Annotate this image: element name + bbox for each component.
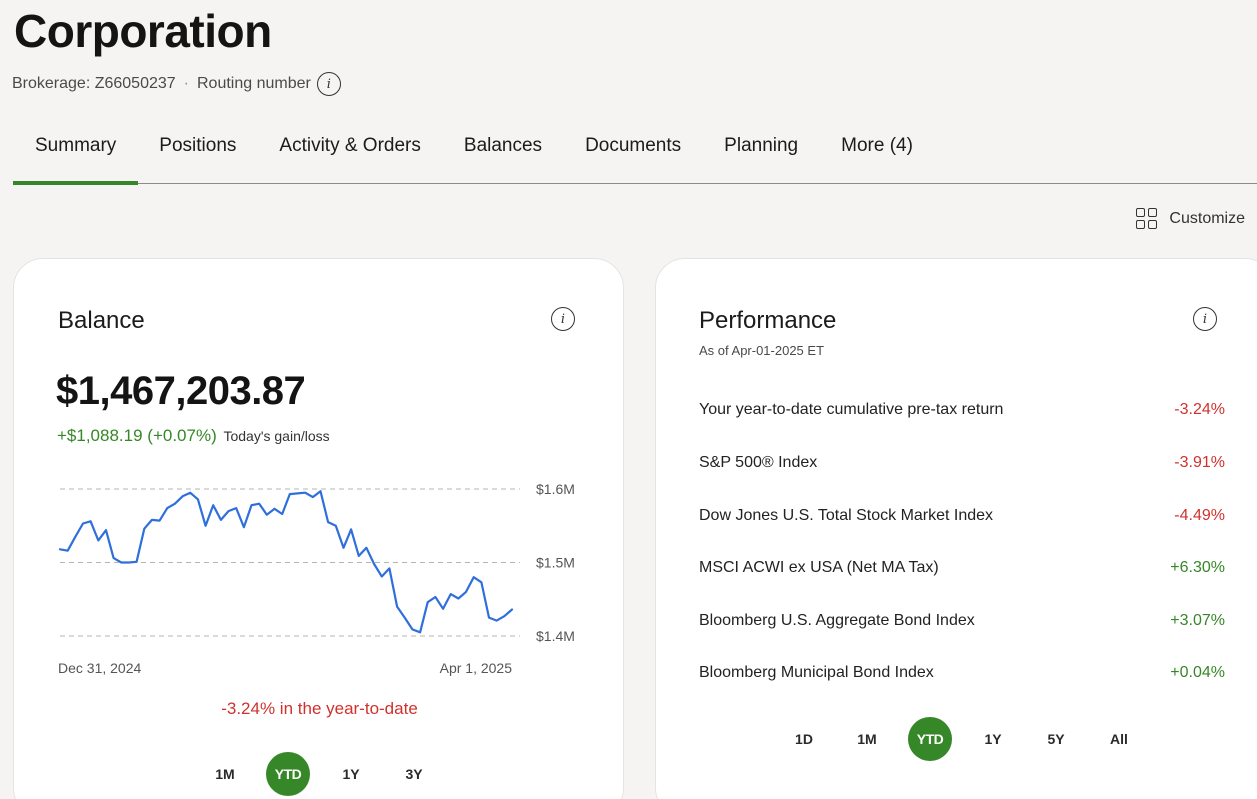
- y-tick-label: $1.5M: [536, 555, 575, 571]
- grid-icon: [1136, 208, 1158, 229]
- account-subline: Brokerage: Z66050237 · Routing number i: [12, 72, 341, 96]
- performance-period-selector: 1D 1M YTD 1Y 5Y All: [782, 717, 1141, 761]
- row-label: S&P 500® Index: [699, 454, 818, 471]
- performance-row: Your year-to-date cumulative pre-tax ret…: [699, 401, 1225, 419]
- account-title: Corporation: [14, 5, 272, 57]
- period-3y[interactable]: 3Y: [392, 752, 436, 796]
- customize-label: Customize: [1169, 209, 1245, 227]
- performance-row: Bloomberg U.S. Aggregate Bond Index +3.0…: [699, 612, 1225, 630]
- row-label: MSCI ACWI ex USA (Net MA Tax): [699, 559, 939, 576]
- row-value: +6.30%: [1170, 559, 1225, 576]
- period-1m[interactable]: 1M: [845, 717, 889, 761]
- tab-positions[interactable]: Positions: [159, 124, 236, 184]
- series-line: [58, 490, 514, 634]
- tab-activity-orders[interactable]: Activity & Orders: [279, 124, 420, 184]
- period-1y[interactable]: 1Y: [329, 752, 373, 796]
- tab-bar: Summary Positions Activity & Orders Bala…: [13, 124, 1257, 185]
- performance-row: S&P 500® Index -3.91%: [699, 454, 1225, 472]
- row-value: +0.04%: [1170, 664, 1225, 681]
- row-value: -3.24%: [1174, 401, 1225, 418]
- as-of-date: As of Apr-01-2025 ET: [699, 343, 825, 358]
- x-axis-end-label: Apr 1, 2025: [440, 660, 513, 676]
- period-5y[interactable]: 5Y: [1034, 717, 1078, 761]
- performance-card: Performance i As of Apr-01-2025 ET Your …: [655, 258, 1257, 799]
- row-value: -4.49%: [1174, 507, 1225, 524]
- period-1d[interactable]: 1D: [782, 717, 826, 761]
- tab-planning[interactable]: Planning: [724, 124, 798, 184]
- tab-more[interactable]: More (4): [841, 124, 913, 184]
- period-ytd[interactable]: YTD: [266, 752, 310, 796]
- row-value: +3.07%: [1170, 612, 1225, 629]
- performance-row: MSCI ACWI ex USA (Net MA Tax) +6.30%: [699, 559, 1225, 577]
- performance-title: Performance: [699, 307, 837, 334]
- performance-row: Dow Jones U.S. Total Stock Market Index …: [699, 507, 1225, 525]
- tab-balances[interactable]: Balances: [464, 124, 542, 184]
- balance-chart: $1.6M $1.5M $1.4M Dec 31, 2024 Apr 1, 20…: [58, 481, 575, 676]
- separator: ·: [183, 75, 189, 92]
- row-label: Dow Jones U.S. Total Stock Market Index: [699, 507, 994, 524]
- y-tick-label: $1.4M: [536, 628, 575, 644]
- customize-button[interactable]: Customize: [1136, 208, 1245, 229]
- row-label: Bloomberg Municipal Bond Index: [699, 664, 934, 681]
- ytd-return-text: -3.24% in the year-to-date: [221, 699, 418, 718]
- performance-row: Bloomberg Municipal Bond Index +0.04%: [699, 664, 1225, 682]
- tab-documents[interactable]: Documents: [585, 124, 681, 184]
- balance-period-selector: 1M YTD 1Y 3Y: [203, 752, 436, 796]
- performance-info-icon[interactable]: i: [1193, 307, 1217, 331]
- row-value: -3.91%: [1174, 454, 1225, 471]
- balance-card: Balance i $1,467,203.87 +$1,088.19 (+0.0…: [13, 258, 624, 799]
- row-label: Your year-to-date cumulative pre-tax ret…: [699, 401, 1004, 418]
- period-1m[interactable]: 1M: [203, 752, 247, 796]
- info-icon[interactable]: i: [316, 72, 341, 96]
- period-all[interactable]: All: [1097, 717, 1141, 761]
- brokerage-number: Brokerage: Z66050237: [12, 75, 176, 92]
- row-label: Bloomberg U.S. Aggregate Bond Index: [699, 612, 975, 629]
- x-axis-start-label: Dec 31, 2024: [58, 660, 141, 676]
- y-tick-label: $1.6M: [536, 481, 575, 497]
- period-ytd[interactable]: YTD: [908, 717, 952, 761]
- routing-number-link[interactable]: Routing number: [197, 75, 311, 93]
- tab-summary[interactable]: Summary: [13, 124, 139, 185]
- period-1y[interactable]: 1Y: [971, 717, 1015, 761]
